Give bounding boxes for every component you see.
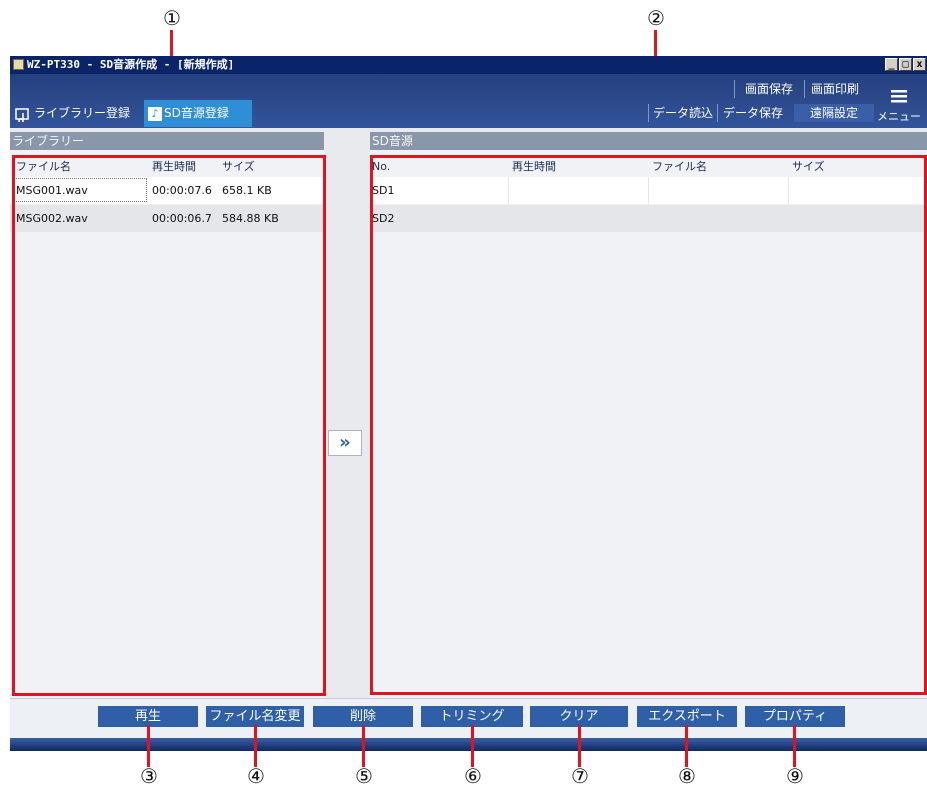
library-highlight-box xyxy=(12,155,326,696)
tab-library-label: ライブラリー登録 xyxy=(34,106,131,120)
clear-button[interactable]: クリア xyxy=(530,706,628,727)
tab-library-register[interactable]: ライブラリー登録 xyxy=(14,100,142,127)
screen-print-button[interactable]: 画面印刷 xyxy=(804,80,865,98)
window-title: WZ-PT330 - SD音源作成 - [新規作成] xyxy=(27,58,235,71)
callout-line-4 xyxy=(254,725,257,767)
play-button[interactable]: 再生 xyxy=(98,706,198,727)
sd-panel-header: SD音源 xyxy=(370,132,927,150)
remote-settings-button[interactable]: 遠隔設定 xyxy=(794,104,874,122)
app-window: WZ-PT330 - SD音源作成 - [新規作成] _ □ x ライブラリー登… xyxy=(10,56,927,751)
title-bar: WZ-PT330 - SD音源作成 - [新規作成] _ □ x xyxy=(10,56,927,74)
callout-4: ④ xyxy=(247,764,265,788)
app-icon xyxy=(13,59,24,70)
minimize-button[interactable]: _ xyxy=(885,58,898,71)
tab-sd-label: SD音源登録 xyxy=(164,106,229,120)
library-tab-icon xyxy=(15,107,29,124)
sd-highlight-box xyxy=(370,155,927,695)
callout-line-5 xyxy=(362,725,365,767)
callout-2: ② xyxy=(647,6,665,30)
callout-6: ⑥ xyxy=(464,764,482,788)
data-save-button[interactable]: データ保存 xyxy=(717,104,788,122)
callout-line-6 xyxy=(471,725,474,767)
callout-line-9 xyxy=(793,725,796,767)
callout-3: ③ xyxy=(140,764,158,788)
callout-line-3 xyxy=(147,725,150,767)
delete-button[interactable]: 削除 xyxy=(313,706,413,727)
callout-line-7 xyxy=(578,725,581,767)
transfer-column xyxy=(326,132,370,698)
screen-save-button[interactable]: 画面保存 xyxy=(734,80,803,98)
trim-button[interactable]: トリミング xyxy=(421,706,523,727)
rename-button[interactable]: ファイル名変更 xyxy=(206,706,304,727)
hamburger-icon xyxy=(891,90,907,103)
library-panel-header: ライブラリー xyxy=(10,132,324,150)
tab-sd-register[interactable]: ♪ SD音源登録 xyxy=(144,100,252,127)
callout-8: ⑧ xyxy=(678,764,696,788)
properties-button[interactable]: プロパティ xyxy=(745,706,845,727)
callout-5: ⑤ xyxy=(355,764,373,788)
music-note-icon: ♪ xyxy=(148,106,162,121)
close-button[interactable]: x xyxy=(913,58,926,71)
transfer-button[interactable]: » xyxy=(328,430,362,456)
menu-label: メニュー xyxy=(877,110,921,123)
menu-button[interactable]: メニュー xyxy=(876,84,922,126)
callout-1: ① xyxy=(163,6,181,30)
maximize-button[interactable]: □ xyxy=(899,58,912,71)
data-load-button[interactable]: データ読込 xyxy=(648,104,717,122)
callout-9: ⑨ xyxy=(786,764,804,788)
callout-7: ⑦ xyxy=(571,764,589,788)
export-button[interactable]: エクスポート xyxy=(637,706,737,727)
toolbar: ライブラリー登録 ♪ SD音源登録 画面保存 画面印刷 データ読込 データ保存 遠… xyxy=(10,74,927,128)
callout-line-8 xyxy=(685,725,688,767)
